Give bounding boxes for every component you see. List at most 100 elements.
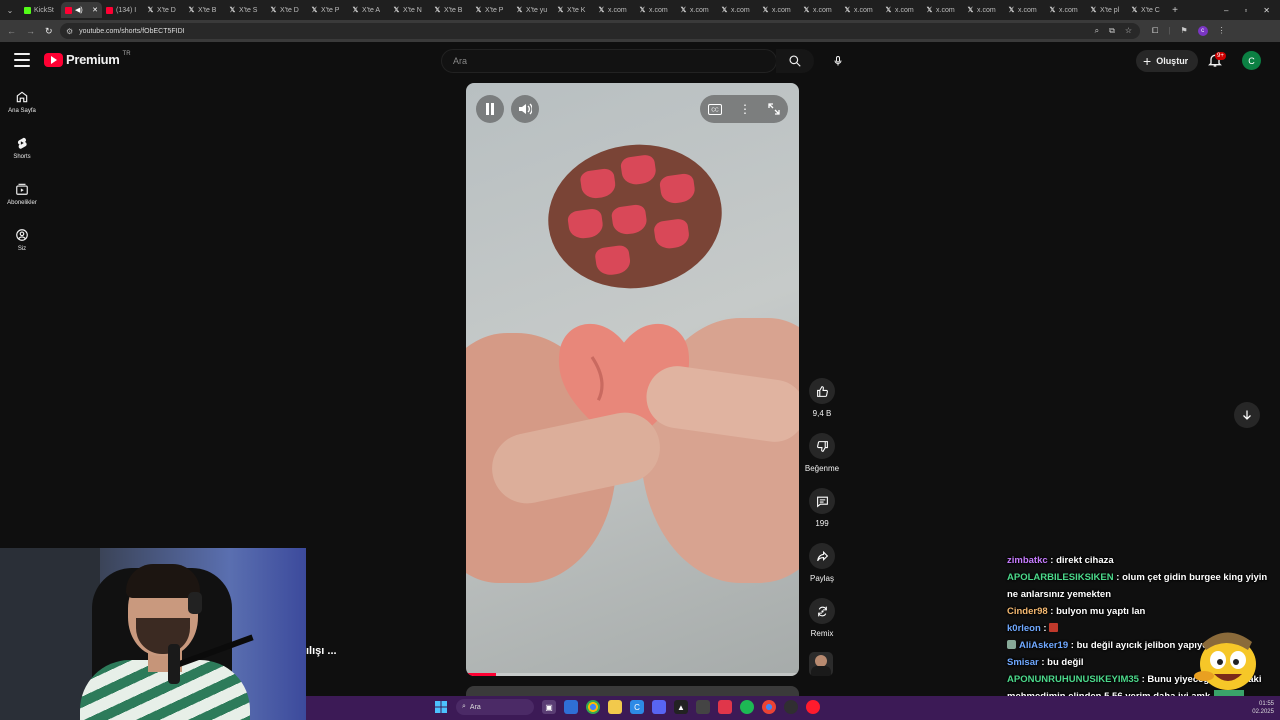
browser-tab[interactable]: 𝕏x.com [717,2,758,18]
fullscreen-icon[interactable] [767,103,780,115]
app-icon[interactable] [696,700,710,714]
minimize-button[interactable]: – [1224,6,1228,15]
extension-puzzle-icon[interactable]: ⚑ [1180,26,1187,36]
comments-button[interactable] [809,488,835,514]
copilot-icon[interactable] [564,700,578,714]
discord-icon[interactable] [652,700,666,714]
spotify-icon[interactable] [740,700,754,714]
browser-tab[interactable]: 𝕏x.com [799,2,840,18]
opera-icon[interactable] [806,700,820,714]
sidebar-item-you[interactable]: Siz [0,224,44,270]
audio-playing-icon[interactable]: ◀) [75,6,83,14]
captions-icon[interactable]: CC [708,103,723,115]
browser-tab[interactable]: 𝕏x.com [881,2,922,18]
search-input[interactable] [453,56,776,66]
chat-username[interactable]: APONUNRUHUNUSIKEYIM35 [1007,674,1139,685]
browser-tab[interactable]: 𝕏 X'te C [1127,2,1168,18]
task-view-icon[interactable]: ▣ [542,700,556,714]
ccleaner-icon[interactable]: C [630,700,644,714]
profile-avatar[interactable]: c [1197,26,1208,36]
browser-tab[interactable]: 𝕏x.com [922,2,963,18]
notification-badge: 9+ [1215,52,1226,60]
more-options-icon[interactable]: ⋮ [739,102,751,116]
sidebar-item-subscriptions[interactable]: Abonelikler [0,178,44,224]
account-avatar[interactable]: C [1242,51,1261,70]
sidebar-item-home[interactable]: Ana Sayfa [0,86,44,132]
browser-tab[interactable]: 𝕏x.com [635,2,676,18]
browser-tab-title: X'te S [239,6,258,14]
browser-tab[interactable]: (134) I [102,2,143,18]
share-label: Paylaş [809,574,834,583]
browser-tab[interactable]: 𝕏x.com [1004,2,1045,18]
chrome-icon[interactable] [586,700,600,714]
forward-icon[interactable]: → [26,26,35,37]
browser-tab[interactable]: KickSt [20,2,61,18]
pause-button[interactable] [476,95,504,123]
browser-tab[interactable]: 𝕏 X'te yu [512,2,553,18]
sound-source-thumbnail[interactable] [809,652,833,676]
chat-username[interactable]: Smisar [1007,657,1039,668]
browser-menu-icon[interactable]: ⋮ [1218,26,1226,36]
close-tab-icon[interactable]: ✕ [92,6,98,14]
youtube-premium-logo[interactable]: Premium TR [44,51,131,67]
obs-icon[interactable] [784,700,798,714]
browser-tab[interactable]: 𝕏 X'te D [266,2,307,18]
browser-tab-title: X'te N [403,6,422,14]
short-video-player[interactable]: CC ⋮ [466,83,799,676]
chat-username[interactable]: AliAsker19 [1019,640,1068,651]
new-tab-button[interactable]: + [1168,5,1182,16]
search-button[interactable] [776,49,814,73]
menu-icon[interactable] [14,53,30,67]
extensions-icon[interactable]: ⧠ [1152,26,1158,36]
share-button[interactable] [809,543,835,569]
tab-search-button[interactable]: ⌄ [0,0,20,20]
browser-tab[interactable]: 𝕏 X'te P [307,2,348,18]
browser-tab[interactable]: 𝕏 X'te S [225,2,266,18]
reload-icon[interactable]: ↻ [45,26,53,37]
maximize-button[interactable]: ▫ [1244,6,1247,15]
video-progress-bar[interactable] [466,673,799,676]
file-explorer-icon[interactable] [608,700,622,714]
browser-tab[interactable]: 𝕏 X'te B [184,2,225,18]
browser-tab[interactable]: 𝕏x.com [840,2,881,18]
chat-username[interactable]: Cinder98 [1007,606,1048,617]
browser-tab[interactable]: 𝕏 X'te P [471,2,512,18]
like-button[interactable] [809,378,835,404]
sidebar-item-shorts[interactable]: Shorts [0,132,44,178]
next-short-button[interactable] [1234,402,1260,428]
terminal-icon[interactable]: ▲ [674,700,688,714]
browser-tab[interactable]: 𝕏x.com [963,2,1004,18]
dislike-button[interactable] [809,433,835,459]
zoom-icon[interactable]: ⌕ [1095,26,1099,36]
browser-tab[interactable]: 𝕏x.com [594,2,635,18]
browser-tab[interactable]: 𝕏 X'te B [430,2,471,18]
browser-tab[interactable]: 𝕏 X'te D [143,2,184,18]
browser-tab[interactable]: ◀) ✕ [61,2,102,18]
voice-search-button[interactable] [826,49,850,73]
windows-start-icon[interactable] [434,700,448,714]
close-window-button[interactable]: ✕ [1263,6,1270,15]
browser-tab[interactable]: 𝕏x.com [758,2,799,18]
back-icon[interactable]: ← [7,26,16,37]
browser-tab[interactable]: 𝕏 X'te A [348,2,389,18]
remix-button[interactable] [809,598,835,624]
create-button[interactable]: + Oluştur [1136,50,1199,72]
chat-username[interactable]: zimbatkc [1007,555,1048,566]
nvidia-icon[interactable] [718,700,732,714]
browser-tab[interactable]: 𝕏x.com [676,2,717,18]
chat-username[interactable]: k0rleon [1007,623,1041,634]
volume-button[interactable] [511,95,539,123]
bookmark-star-icon[interactable]: ☆ [1125,26,1132,36]
chat-username[interactable]: APOLARBILESIKSIKEN [1007,572,1114,583]
site-info-icon[interactable]: ⚙ [66,27,73,36]
chrome-2-icon[interactable] [762,700,776,714]
browser-tab[interactable]: 𝕏 X'te K [553,2,594,18]
next-short-preview[interactable] [466,686,799,696]
browser-tab[interactable]: 𝕏x.com [1045,2,1086,18]
install-icon[interactable]: ⧉ [1109,26,1115,36]
url-field[interactable]: ⚙ youtube.com/shorts/fObECT5FIDI ⌕ ⧉ ☆ [60,23,1140,39]
chat-text: direkt cihaza [1056,555,1114,566]
browser-tab[interactable]: 𝕏 X'te pl [1086,2,1127,18]
browser-tab[interactable]: 𝕏 X'te N [389,2,430,18]
taskbar-search[interactable]: ⌕ Ara [456,699,534,715]
